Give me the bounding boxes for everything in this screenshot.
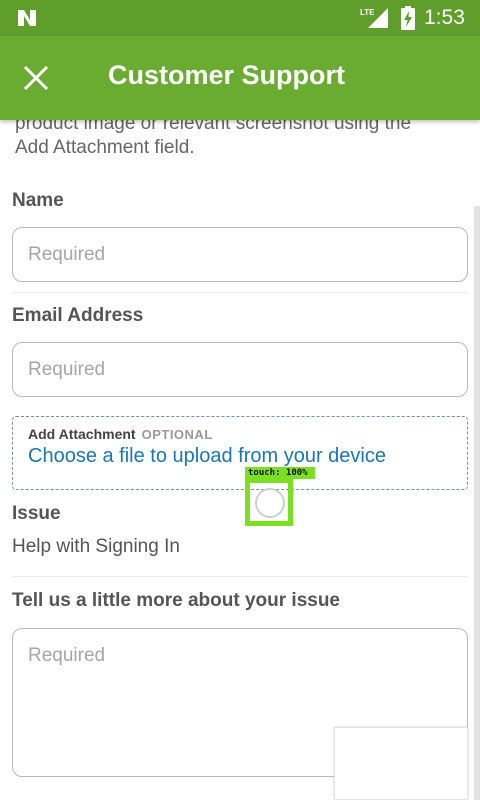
scrollbar[interactable] bbox=[474, 206, 480, 800]
divider bbox=[12, 292, 468, 293]
battery-charging-icon bbox=[401, 6, 415, 30]
support-form: product image or relevant screenshot usi… bbox=[0, 120, 480, 800]
name-input[interactable] bbox=[12, 227, 468, 282]
optional-badge: OPTIONAL bbox=[141, 427, 213, 442]
page-title: Customer Support bbox=[108, 60, 346, 90]
divider bbox=[12, 576, 468, 577]
intro-text: product image or relevant screenshot usi… bbox=[15, 120, 412, 158]
details-label: Tell us a little more about your issue bbox=[12, 590, 341, 611]
choose-file-link[interactable]: Choose a file to upload from your device bbox=[28, 445, 386, 468]
email-label: Email Address bbox=[12, 305, 144, 326]
issue-label: Issue bbox=[12, 503, 61, 524]
issue-value[interactable]: Help with Signing In bbox=[12, 536, 180, 558]
close-icon[interactable] bbox=[22, 64, 50, 92]
nougat-logo-icon bbox=[18, 10, 36, 26]
name-label: Name bbox=[12, 190, 64, 211]
overlay-panel bbox=[334, 727, 468, 800]
signal-icon: LTE bbox=[360, 8, 388, 28]
network-type: LTE bbox=[360, 8, 375, 17]
app-bar: Customer Support bbox=[0, 36, 480, 120]
attachment-label: Add Attachment OPTIONAL bbox=[28, 426, 213, 442]
touch-ripple bbox=[255, 488, 285, 518]
status-time: 1:53 bbox=[424, 6, 465, 29]
email-input[interactable] bbox=[12, 342, 468, 397]
status-bar: LTE 1:53 bbox=[0, 0, 480, 36]
add-attachment-dropzone[interactable]: Add Attachment OPTIONAL Choose a file to … bbox=[12, 416, 468, 490]
